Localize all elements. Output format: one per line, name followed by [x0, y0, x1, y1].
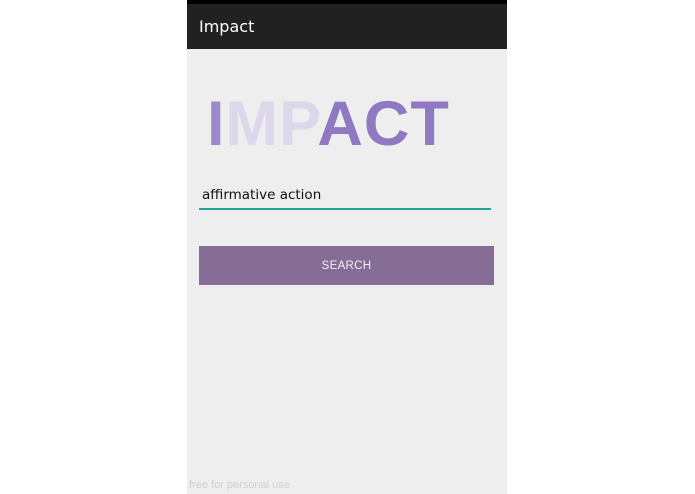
action-bar: Impact — [187, 4, 507, 49]
logo-part-1: I — [207, 89, 226, 159]
impact-logo: IMPACT — [207, 93, 450, 156]
search-button[interactable]: SEARCH — [199, 246, 494, 285]
search-input[interactable] — [199, 182, 491, 210]
watermark-text: free for personal use — [189, 479, 290, 491]
logo-part-2: MP — [225, 89, 318, 159]
app-title: Impact — [199, 17, 255, 36]
logo-part-3: ACT — [317, 89, 450, 159]
app-screen: Impact IMPACT SEARCH free for personal u… — [187, 0, 507, 494]
